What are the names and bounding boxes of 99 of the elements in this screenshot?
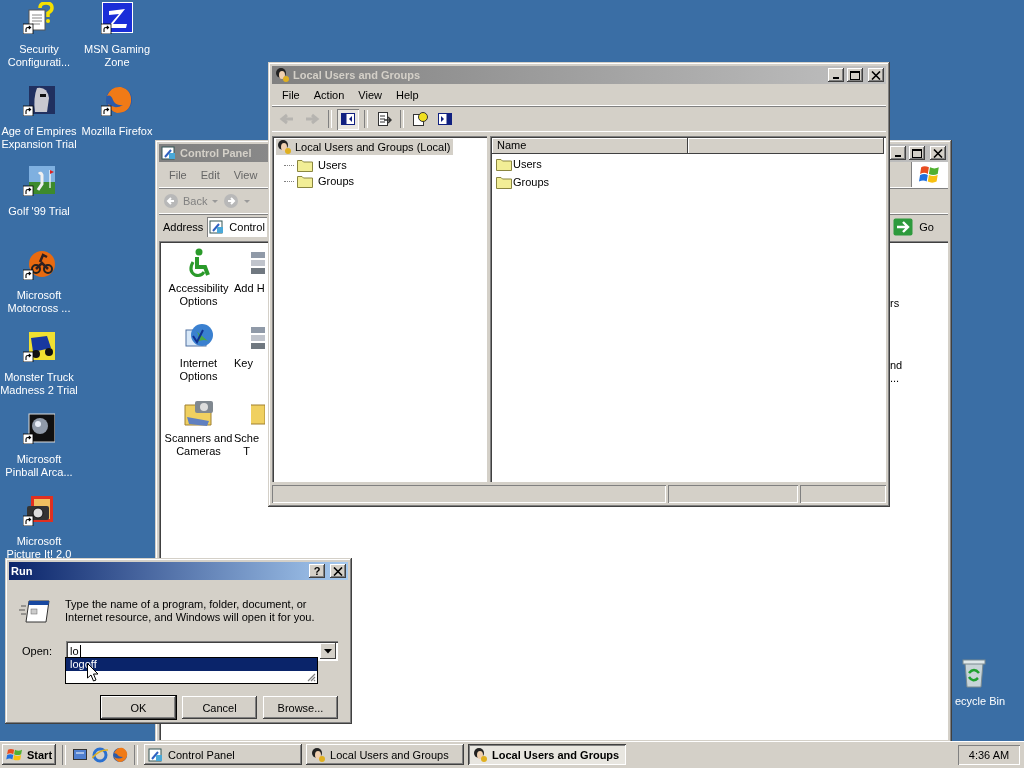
users-icon xyxy=(472,746,489,763)
open-label: Open: xyxy=(22,645,52,657)
tree-item[interactable]: Users xyxy=(316,159,349,171)
fox-globe-icon[interactable] xyxy=(112,746,129,763)
motorbike-icon xyxy=(23,248,55,280)
desktop-icon-label[interactable]: Age of Empires Expansion Trial xyxy=(1,125,77,151)
golf-icon xyxy=(23,164,55,196)
caret-icon xyxy=(324,648,332,654)
toolbar-button[interactable] xyxy=(337,108,359,130)
maximize-button[interactable] xyxy=(909,146,925,160)
knight-helmet-icon xyxy=(23,84,55,116)
document-question-icon xyxy=(23,2,55,34)
truck-icon xyxy=(23,330,55,362)
help-button[interactable]: ? xyxy=(309,564,325,578)
folder-icon xyxy=(496,156,512,171)
desktop-icon-label[interactable]: Security Configurati... xyxy=(7,43,71,69)
back-arrow-icon xyxy=(279,111,295,127)
dialog-button[interactable]: Cancel xyxy=(182,696,257,719)
window-title: Local Users and Groups xyxy=(293,69,421,81)
close-button[interactable] xyxy=(930,146,946,160)
minimize-button[interactable] xyxy=(890,146,906,160)
run-window-icon xyxy=(19,598,51,626)
close-icon xyxy=(933,148,943,158)
desktop-icon-label[interactable]: Microsoft Picture It! 2.0 xyxy=(6,535,72,561)
help-icon xyxy=(412,111,428,127)
taskbar-button[interactable]: Local Users and Groups xyxy=(468,744,627,765)
pinball-icon xyxy=(23,412,55,444)
desktop-icon[interactable] xyxy=(72,746,89,763)
start-button[interactable]: Start xyxy=(2,744,57,765)
fox-globe-icon xyxy=(101,84,133,116)
close-button[interactable] xyxy=(868,68,884,82)
close-button[interactable] xyxy=(330,564,346,578)
action-pane-icon xyxy=(437,111,453,127)
users-icon xyxy=(310,746,327,763)
menu-item[interactable]: View xyxy=(352,86,388,103)
folder-icon xyxy=(496,174,512,189)
applet-label[interactable]: Accessibility Options xyxy=(168,282,229,308)
menu-item[interactable]: File xyxy=(276,86,306,103)
minimize-button[interactable] xyxy=(828,68,844,82)
window-title: Run xyxy=(11,565,33,577)
desktop-icon-label[interactable]: Monster Truck Madness 2 Trial xyxy=(0,371,78,397)
applet-label[interactable]: Add H xyxy=(234,282,265,295)
flag-logo-icon xyxy=(6,747,24,762)
tree-item[interactable]: Groups xyxy=(316,175,357,187)
taskbar-button[interactable]: Control Panel xyxy=(144,744,303,765)
menu-item[interactable]: Help xyxy=(389,86,425,103)
list-item[interactable]: Users xyxy=(513,157,542,170)
applet-label[interactable]: Key xyxy=(234,357,253,370)
applet-label[interactable]: Scanners and Cameras xyxy=(164,432,233,458)
folder-icon xyxy=(297,174,313,188)
maximize-icon xyxy=(850,70,860,80)
applet-label[interactable]: Internet Options xyxy=(179,357,218,383)
export-list-icon xyxy=(376,111,392,127)
dialog-button[interactable]: OK xyxy=(101,696,176,719)
minimize-icon xyxy=(895,154,901,157)
desktop-icon-label[interactable]: Microsoft Pinball Arca... xyxy=(5,453,73,479)
close-icon xyxy=(333,566,343,576)
folder-icon xyxy=(297,158,313,172)
maximize-icon xyxy=(912,148,922,158)
go-button[interactable]: Go xyxy=(889,218,948,236)
menu-item[interactable]: Edit xyxy=(194,166,226,183)
menu-item[interactable]: View xyxy=(227,166,264,183)
column-header[interactable]: Name xyxy=(492,138,688,154)
users-icon xyxy=(276,139,292,155)
users-icon xyxy=(274,67,290,83)
control-panel-icon xyxy=(148,746,165,763)
flag-logo-icon xyxy=(919,163,941,186)
desktop-icon-label[interactable]: MSN Gaming Zone xyxy=(84,43,150,69)
desktop-icon-label[interactable]: ecycle Bin xyxy=(955,695,1006,708)
dialog-button[interactable]: Browse... xyxy=(263,696,338,719)
desktop-icon-label[interactable]: Microsoft Motocross ... xyxy=(7,289,71,315)
control-panel-icon xyxy=(209,219,226,235)
resize-grip-icon[interactable] xyxy=(306,672,316,682)
window-title: Control Panel xyxy=(180,147,252,159)
close-icon xyxy=(871,70,881,80)
camera-icon xyxy=(23,494,55,526)
address-field[interactable]: Control xyxy=(207,217,268,237)
menu-item[interactable]: Action xyxy=(307,86,351,103)
swoosh-logo-icon xyxy=(101,2,133,34)
dropdown-button[interactable] xyxy=(320,643,336,659)
list-item[interactable]: Groups xyxy=(513,175,550,188)
clock[interactable]: 4:36 AM xyxy=(958,744,1020,765)
column-header[interactable] xyxy=(688,138,884,154)
taskbar-button[interactable]: Local Users and Groups xyxy=(306,744,465,765)
forward-arrow-icon xyxy=(304,111,320,127)
desktop-icon-label[interactable]: Mozilla Firefox xyxy=(81,125,153,138)
tree-item[interactable]: Local Users and Groups (Local) xyxy=(276,139,454,155)
applet-label[interactable]: rs xyxy=(890,297,900,310)
control-panel-icon xyxy=(161,145,177,161)
menu-item[interactable]: File xyxy=(163,166,193,183)
applet-label[interactable]: nd ... xyxy=(890,359,903,385)
applet-label[interactable]: Sche T xyxy=(234,432,260,458)
address-label: Address xyxy=(163,221,204,233)
folder-icon xyxy=(251,401,265,425)
maximize-button[interactable] xyxy=(847,68,863,82)
tree-pane-icon xyxy=(340,111,356,127)
desktop-icon-label[interactable]: Golf '99 Trial xyxy=(8,205,70,218)
instruction-text: Type the name of a program, folder, document, or Internet resource, and Windows will open it for you. xyxy=(65,598,316,625)
minimize-icon xyxy=(833,76,839,79)
